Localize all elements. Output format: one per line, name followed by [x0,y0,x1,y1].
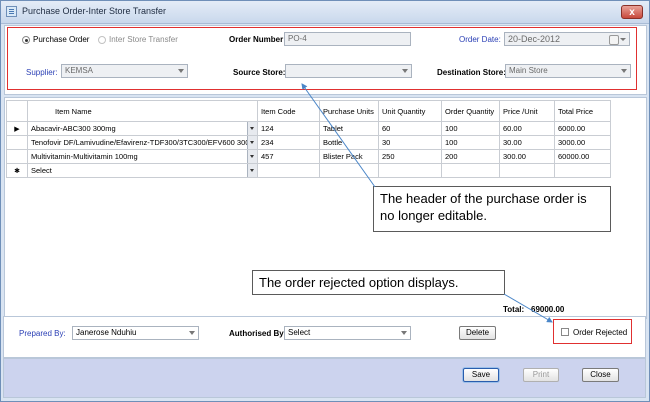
destination-store-value: Main Store [509,66,548,75]
total-price-cell[interactable]: 60000.00 [554,149,611,164]
price-unit-cell[interactable]: 60.00 [499,121,555,136]
save-button[interactable]: Save [463,368,499,382]
grid-header-row: Item Name Item Code Purchase Units Unit … [6,100,611,122]
item-name-cell[interactable]: Select [27,163,258,178]
order-number-field[interactable]: PO-4 [284,32,411,46]
purchase-order-radio[interactable] [22,36,30,44]
chevron-down-icon[interactable] [247,136,257,149]
column-header-item-code[interactable]: Item Code [257,100,320,122]
delete-button[interactable]: Delete [459,326,496,340]
window-title: Purchase Order-Inter Store Transfer [22,6,167,16]
destination-store-select[interactable]: Main Store [505,64,631,78]
order-rejected-callout: The order rejected option displays. [252,270,505,295]
item-code-cell[interactable] [257,163,320,178]
table-row[interactable]: Tenofovir DF/Lamivudine/Efavirenz-TDF300… [6,135,611,150]
authorised-by-label: Authorised By: [229,329,287,338]
prepared-by-select[interactable]: Janerose Nduhiu [72,326,199,340]
purchase-units-cell[interactable]: Blister Pack [319,149,379,164]
title-bar: Purchase Order-Inter Store Transfer x [1,1,649,24]
unit-quantity-cell[interactable]: 30 [378,135,442,150]
print-button[interactable]: Print [523,368,559,382]
new-row-icon: ✱ [6,163,28,178]
item-name-value: Abacavir-ABC300 300mg [31,124,116,133]
chevron-down-icon [401,331,407,335]
chevron-down-icon [402,69,408,73]
chevron-down-icon[interactable] [247,122,257,135]
chevron-down-icon [178,69,184,73]
table-row[interactable]: ▶ Abacavir-ABC300 300mg 124 Tablet 60 10… [6,121,611,136]
chevron-down-icon [621,69,627,73]
chevron-down-icon[interactable] [247,164,257,177]
total-price-cell[interactable] [554,163,611,178]
row-selector[interactable] [6,149,28,164]
price-unit-cell[interactable] [499,163,555,178]
purchase-units-cell[interactable]: Bottle [319,135,379,150]
prepared-by-label: Prepared By: [19,329,66,338]
item-name-cell[interactable]: Abacavir-ABC300 300mg [27,121,258,136]
source-store-select[interactable] [285,64,412,78]
close-button[interactable]: Close [582,368,619,382]
column-header-purchase-units[interactable]: Purchase Units [319,100,379,122]
purchase-units-cell[interactable]: Tablet [319,121,379,136]
order-rejected-checkbox[interactable] [561,328,569,336]
prepared-by-value: Janerose Nduhiu [76,328,137,337]
chevron-down-icon[interactable] [247,150,257,163]
order-number-label: Order Number: [229,35,286,44]
order-items-grid: Item Name Item Code Purchase Units Unit … [6,100,611,178]
item-name-select-value: Select [31,166,52,175]
source-store-label: Source Store: [233,68,286,77]
supplier-select[interactable]: KEMSA [61,64,188,78]
authorised-by-value: Select [288,328,311,337]
total-price-cell[interactable]: 6000.00 [554,121,611,136]
unit-quantity-cell[interactable]: 60 [378,121,442,136]
inter-store-transfer-radio-label: Inter Store Transfer [109,35,178,44]
column-header-price-unit[interactable]: Price /Unit [499,100,555,122]
order-date-label: Order Date: [459,35,501,44]
chevron-down-icon [189,331,195,335]
column-header-total-price[interactable]: Total Price [554,100,611,122]
destination-store-label: Destination Store: [437,68,506,77]
unit-quantity-cell[interactable] [378,163,442,178]
app-icon [6,6,17,17]
supplier-value: KEMSA [65,66,94,75]
column-header-unit-quantity[interactable]: Unit Quantity [378,100,442,122]
new-item-row[interactable]: ✱ Select [6,163,611,178]
column-header-item-name[interactable]: Item Name [27,100,258,122]
item-name-cell[interactable]: Multivitamin-Multivitamin 100mg [27,149,258,164]
calendar-icon[interactable] [609,35,619,45]
table-row[interactable]: Multivitamin-Multivitamin 100mg 457 Blis… [6,149,611,164]
purchase-units-cell[interactable] [319,163,379,178]
row-selector[interactable] [6,135,28,150]
order-quantity-cell[interactable]: 100 [441,121,500,136]
window-close-button[interactable]: x [621,5,643,19]
item-code-cell[interactable]: 124 [257,121,320,136]
item-code-cell[interactable]: 457 [257,149,320,164]
chevron-down-icon [620,38,626,41]
authorised-by-select[interactable]: Select [284,326,411,340]
item-name-value: Tenofovir DF/Lamivudine/Efavirenz-TDF300… [31,138,256,147]
column-header-order-quantity[interactable]: Order Quantity [441,100,500,122]
row-selector-header [6,100,28,122]
order-quantity-cell[interactable]: 200 [441,149,500,164]
unit-quantity-cell[interactable]: 250 [378,149,442,164]
total-label: Total: [503,305,525,314]
order-date-value: 20-Dec-2012 [508,34,561,44]
item-name-value: Multivitamin-Multivitamin 100mg [31,152,138,161]
order-quantity-cell[interactable] [441,163,500,178]
price-unit-cell[interactable]: 300.00 [499,149,555,164]
item-code-cell[interactable]: 234 [257,135,320,150]
purchase-order-radio-label: Purchase Order [33,35,90,44]
inter-store-transfer-radio[interactable] [98,36,106,44]
total-value: 69000.00 [531,305,565,314]
supplier-label: Supplier: [26,68,58,77]
header-not-editable-callout: The header of the purchase order is no l… [373,186,611,232]
order-date-picker[interactable]: 20-Dec-2012 [504,32,630,46]
price-unit-cell[interactable]: 30.00 [499,135,555,150]
total-price-cell[interactable]: 3000.00 [554,135,611,150]
order-rejected-label: Order Rejected [573,328,628,337]
item-name-cell[interactable]: Tenofovir DF/Lamivudine/Efavirenz-TDF300… [27,135,258,150]
current-row-arrow-icon: ▶ [6,121,28,136]
order-quantity-cell[interactable]: 100 [441,135,500,150]
